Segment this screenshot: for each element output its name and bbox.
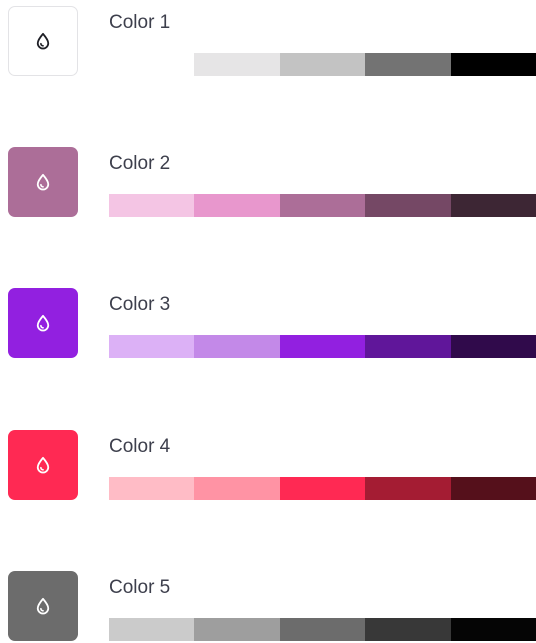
color-swatch-button[interactable] [8,571,78,641]
color-label: Color 2 [109,153,171,174]
shade-swatch[interactable] [194,335,280,358]
shade-swatch[interactable] [365,335,451,358]
shade-swatch[interactable] [109,618,195,641]
shade-swatch[interactable] [109,194,195,217]
shade-swatch[interactable] [279,477,366,500]
shade-bar [109,618,536,641]
shade-swatch[interactable] [450,477,536,500]
shade-swatch[interactable] [194,618,280,641]
drop-icon [36,456,50,474]
color-row: Color 4 [0,430,536,502]
shade-bar [109,194,536,217]
color-row: Color 1 [0,6,536,78]
shade-swatch[interactable] [450,618,536,641]
drop-icon [36,173,50,191]
drop-icon [36,314,50,332]
shade-swatch[interactable] [365,477,451,500]
shade-swatch[interactable] [365,194,451,217]
shade-swatch[interactable] [450,53,536,76]
shade-swatch[interactable] [279,335,366,358]
shade-swatch[interactable] [194,53,280,76]
color-label: Color 1 [109,12,171,33]
color-row: Color 3 [0,288,536,360]
drop-icon [36,32,50,50]
color-label: Color 3 [109,294,171,315]
shade-swatch[interactable] [450,194,536,217]
color-swatch-button[interactable] [8,430,78,500]
color-row: Color 2 [0,147,536,219]
shade-bar [109,477,536,500]
color-swatch-button[interactable] [8,147,78,217]
shade-swatch[interactable] [450,335,536,358]
shade-swatch[interactable] [194,477,280,500]
color-swatch-button[interactable] [8,288,78,358]
color-label: Color 5 [109,577,171,598]
drop-icon [36,597,50,615]
shade-swatch[interactable] [365,53,451,76]
shade-swatch[interactable] [279,618,366,641]
color-row: Color 5 [0,571,536,643]
shade-swatch[interactable] [279,194,366,217]
color-swatch-button[interactable] [8,6,78,76]
color-label: Color 4 [109,436,171,457]
shade-bar [109,335,536,358]
shade-swatch[interactable] [194,194,280,217]
shade-swatch[interactable] [109,335,195,358]
shade-swatch[interactable] [109,53,195,76]
shade-bar [109,53,536,76]
color-palette-list: Color 1 Color 2 Color 3 Color 4 Color 5 [0,0,536,641]
shade-swatch[interactable] [279,53,366,76]
shade-swatch[interactable] [365,618,451,641]
shade-swatch[interactable] [109,477,195,500]
